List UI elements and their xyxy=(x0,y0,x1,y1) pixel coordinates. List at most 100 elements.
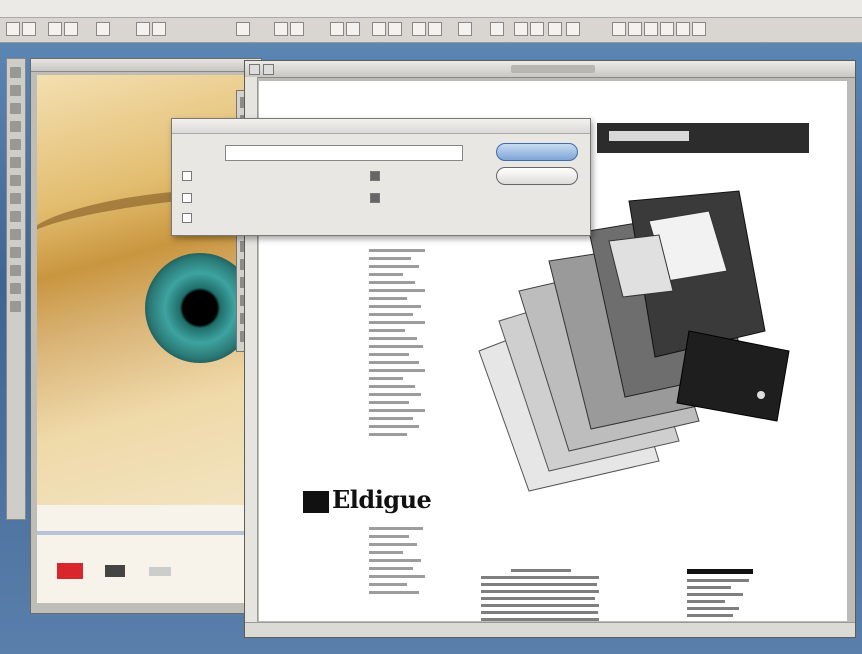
text-line xyxy=(369,257,411,260)
page-logo: Eldigue xyxy=(303,485,432,514)
toolbar xyxy=(0,18,862,43)
text-line xyxy=(369,559,421,562)
dialog-title xyxy=(172,119,590,134)
window-close-icon[interactable] xyxy=(249,64,260,75)
text-line xyxy=(481,590,599,593)
background-window-titlebar[interactable] xyxy=(31,59,261,72)
option-checkbox-4[interactable] xyxy=(370,171,384,181)
text-line xyxy=(369,273,403,276)
toolbar-box-icon[interactable] xyxy=(548,22,562,36)
zoom-tool-icon[interactable] xyxy=(10,139,21,150)
toolbar-grid-icon[interactable] xyxy=(490,22,504,36)
text-line xyxy=(481,618,599,621)
text-line xyxy=(369,583,407,586)
text-line xyxy=(369,575,425,578)
cancel-button[interactable] xyxy=(496,167,578,185)
checkbox-icon[interactable] xyxy=(182,171,192,181)
toolbar-open-icon[interactable] xyxy=(22,22,36,36)
checkbox-icon[interactable] xyxy=(182,193,192,203)
checkbox-checked-icon[interactable] xyxy=(370,171,380,181)
toolbar-layer-icon[interactable] xyxy=(692,22,706,36)
find-input[interactable] xyxy=(225,145,463,161)
text-column-main xyxy=(369,249,427,441)
text-line xyxy=(369,345,423,348)
toolbar-pen-icon[interactable] xyxy=(514,22,528,36)
menu-bar xyxy=(0,0,862,18)
toolbar-paste-icon[interactable] xyxy=(152,22,166,36)
toolbar-new-icon[interactable] xyxy=(6,22,20,36)
checkbox-icon[interactable] xyxy=(182,213,192,223)
pen-tool-icon[interactable] xyxy=(10,211,21,222)
link-tool-icon[interactable] xyxy=(10,229,21,240)
toolbar-table-icon[interactable] xyxy=(644,22,658,36)
page-header-text xyxy=(609,131,689,141)
poster-lower-band xyxy=(37,505,253,603)
toolbar-font-icon[interactable] xyxy=(388,22,402,36)
toolbar-oval-icon[interactable] xyxy=(566,22,580,36)
box-tool-icon[interactable] xyxy=(10,157,21,168)
option-checkbox-1[interactable] xyxy=(182,171,196,181)
checkbox-checked-icon[interactable] xyxy=(370,193,380,203)
option-checkbox-2[interactable] xyxy=(182,193,196,203)
page-logo-text: Eldigue xyxy=(332,485,432,514)
toolbar-size-icon[interactable] xyxy=(412,22,426,36)
toolbar-italic-icon[interactable] xyxy=(346,22,360,36)
toolbar-align-left-icon[interactable] xyxy=(236,22,250,36)
text-line xyxy=(369,369,425,372)
toolbar-color-icon[interactable] xyxy=(428,22,442,36)
rotate-tool-icon[interactable] xyxy=(10,121,21,132)
find-next-button[interactable] xyxy=(496,143,578,161)
option-checkbox-3[interactable] xyxy=(182,213,196,223)
text-line xyxy=(369,305,421,308)
window-status-bar xyxy=(245,622,855,637)
line-tool-icon[interactable] xyxy=(10,193,21,204)
toolbar-line-icon[interactable] xyxy=(530,22,544,36)
text-line xyxy=(687,593,743,596)
article-heading xyxy=(511,569,571,572)
poster-red-logo xyxy=(57,563,83,579)
text-line xyxy=(369,353,409,356)
text-line xyxy=(369,249,425,252)
text-line xyxy=(687,586,731,589)
hand-tool-icon[interactable] xyxy=(10,283,21,294)
sidebar-column xyxy=(687,569,757,621)
text-line xyxy=(369,313,413,316)
toolbar-align-center-icon[interactable] xyxy=(274,22,288,36)
text-line xyxy=(369,409,425,412)
text-line xyxy=(687,579,749,582)
toolbar-underline-icon[interactable] xyxy=(372,22,386,36)
window-zoom-icon[interactable] xyxy=(263,64,274,75)
poster-blue-rule xyxy=(37,531,253,535)
toolbar-bold-icon[interactable] xyxy=(330,22,344,36)
article-column xyxy=(481,569,599,621)
table-tool-icon[interactable] xyxy=(10,265,21,276)
poster-light-logo xyxy=(149,567,171,576)
toolbar-print-icon[interactable] xyxy=(64,22,78,36)
toolbar-cut-icon[interactable] xyxy=(96,22,110,36)
eyedropper-tool-icon[interactable] xyxy=(10,301,21,312)
arrow-tool-icon[interactable] xyxy=(10,67,21,78)
toolbar-save-icon[interactable] xyxy=(48,22,62,36)
toolbar-text-icon[interactable] xyxy=(676,22,690,36)
toolbar-frame-icon[interactable] xyxy=(612,22,626,36)
text-line xyxy=(369,321,425,324)
text-line xyxy=(369,289,425,292)
toolbar-copy-icon[interactable] xyxy=(136,22,150,36)
toolbar-zoom-icon[interactable] xyxy=(458,22,472,36)
text-tool-icon[interactable] xyxy=(10,85,21,96)
crop-tool-icon[interactable] xyxy=(10,103,21,114)
text-line xyxy=(369,543,417,546)
toolbar-align-right-icon[interactable] xyxy=(290,22,304,36)
toolbar-link-icon[interactable] xyxy=(628,22,642,36)
oval-tool-icon[interactable] xyxy=(10,175,21,186)
unlink-tool-icon[interactable] xyxy=(10,247,21,258)
text-line xyxy=(369,591,419,594)
option-checkbox-5[interactable] xyxy=(370,193,384,203)
text-line xyxy=(481,611,598,614)
text-line xyxy=(369,535,409,538)
text-line xyxy=(369,297,407,300)
front-window-titlebar[interactable] xyxy=(245,61,855,78)
text-line xyxy=(481,604,599,607)
toolbar-image-icon[interactable] xyxy=(660,22,674,36)
text-line xyxy=(369,377,403,380)
